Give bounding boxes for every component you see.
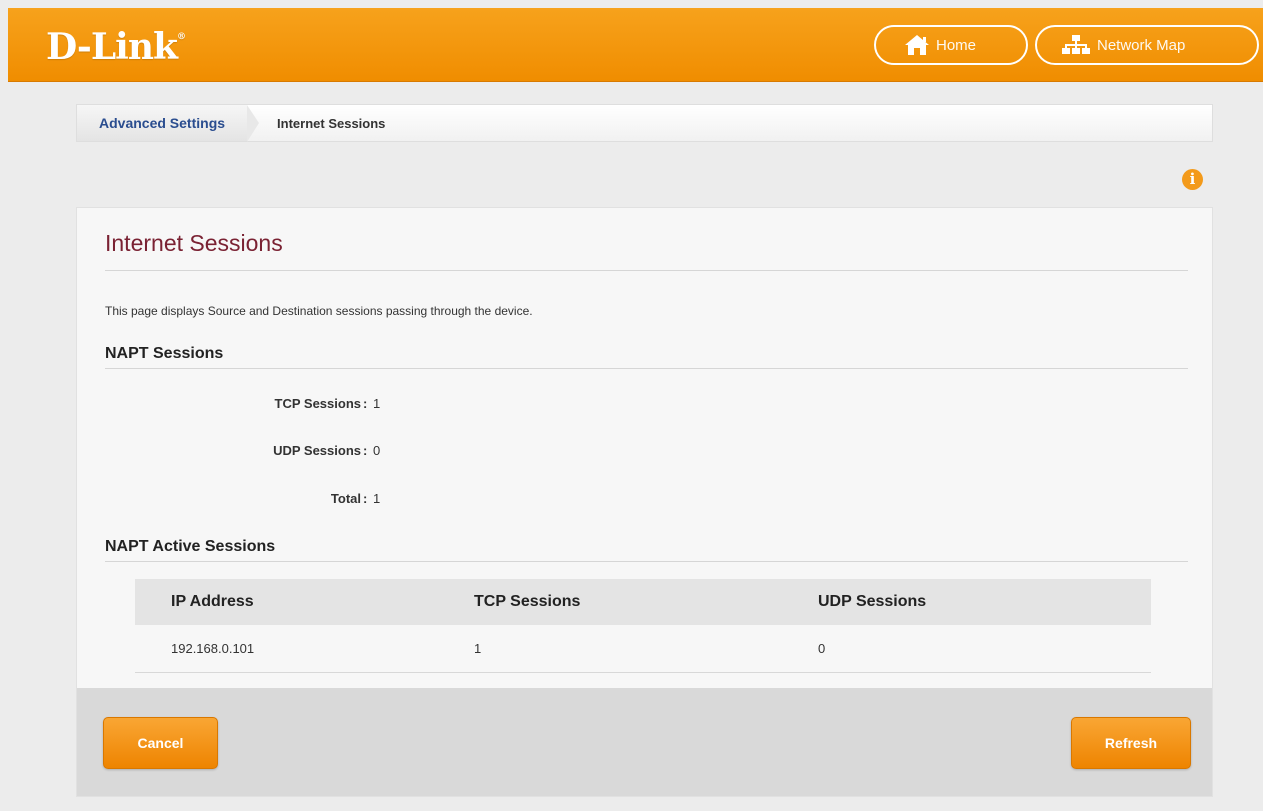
table-row: 192.168.0.101 1 0	[135, 625, 1151, 673]
total-label: Total	[330, 491, 361, 506]
title-divider	[105, 270, 1188, 271]
table-header: IP Address TCP Sessions UDP Sessions	[135, 579, 1151, 625]
breadcrumb-advanced-settings[interactable]: Advanced Settings	[77, 105, 260, 142]
active-divider	[105, 561, 1188, 562]
tcp-colon: :	[363, 396, 368, 411]
dlink-logo: D-Link®	[46, 26, 186, 68]
home-icon	[905, 35, 929, 55]
breadcrumb-current: Internet Sessions	[277, 115, 386, 131]
breadcrumb: Advanced Settings Internet Sessions	[76, 104, 1213, 142]
cancel-button[interactable]: Cancel	[103, 717, 218, 769]
napt-divider	[105, 368, 1188, 369]
cell-ip: 192.168.0.101	[171, 641, 255, 656]
page-title: Internet Sessions	[105, 230, 283, 256]
col-ip-address: IP Address	[171, 593, 254, 610]
col-tcp-sessions: TCP Sessions	[474, 593, 581, 610]
udp-sessions-label: UDP Sessions	[273, 443, 361, 458]
tcp-sessions-value: 1	[373, 396, 381, 411]
udp-sessions-row: UDP Sessions : 0	[105, 443, 605, 461]
udp-sessions-value: 0	[373, 443, 381, 458]
header-bar: D-Link® Home Network Map	[8, 8, 1263, 82]
napt-active-sessions-title: NAPT Active Sessions	[105, 538, 276, 555]
napt-sessions-title: NAPT Sessions	[105, 345, 224, 362]
main-panel: Internet Sessions This page displays Sou…	[76, 207, 1213, 797]
network-map-label: Network Map	[1097, 36, 1186, 54]
total-value: 1	[373, 491, 381, 506]
network-map-icon	[1062, 35, 1090, 54]
col-udp-sessions: UDP Sessions	[818, 593, 927, 610]
footer-bar: Cancel Refresh	[77, 688, 1212, 796]
cell-tcp: 1	[474, 641, 482, 656]
network-map-button[interactable]: Network Map	[1035, 25, 1259, 65]
udp-colon: :	[363, 443, 368, 458]
cell-udp: 0	[818, 641, 826, 656]
total-colon: :	[363, 491, 368, 506]
tcp-sessions-label: TCP Sessions	[274, 396, 361, 411]
home-button[interactable]: Home	[874, 25, 1028, 65]
refresh-button[interactable]: Refresh	[1071, 717, 1191, 769]
home-label: Home	[936, 36, 977, 54]
info-icon[interactable]: i	[1182, 169, 1203, 190]
tcp-sessions-row: TCP Sessions : 1	[105, 396, 605, 414]
page-description: This page displays Source and Destinatio…	[105, 304, 533, 318]
active-sessions-table: IP Address TCP Sessions UDP Sessions 192…	[135, 579, 1151, 673]
total-row: Total : 1	[105, 491, 605, 509]
